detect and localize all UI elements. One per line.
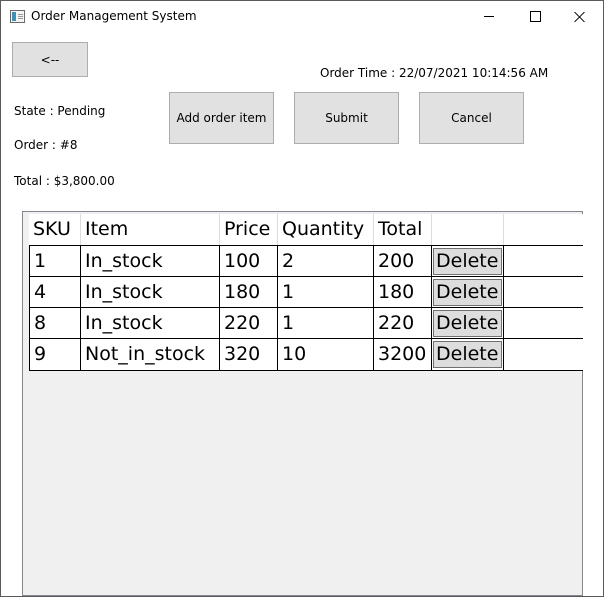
cell-item[interactable]: In_stock (81, 246, 220, 277)
order-total-label: Total : $3,800.00 (14, 174, 115, 188)
table-row[interactable]: 9 Not_in_stock 320 10 3200 Delete (29, 338, 583, 371)
column-header-total[interactable]: Total (374, 214, 432, 245)
minimize-button[interactable] (466, 1, 512, 32)
column-header-quantity[interactable]: Quantity (278, 214, 374, 245)
cell-quantity[interactable]: 2 (278, 246, 374, 277)
close-icon (574, 11, 586, 23)
delete-button[interactable]: Delete (433, 341, 502, 368)
app-window-icon (10, 10, 25, 23)
window-title: Order Management System (31, 9, 197, 23)
cell-sku[interactable]: 4 (29, 277, 81, 308)
cell-total[interactable]: 180 (374, 277, 432, 308)
add-order-item-button[interactable]: Add order item (169, 92, 274, 144)
maximize-button[interactable] (512, 1, 558, 32)
cell-quantity[interactable]: 1 (278, 308, 374, 339)
cell-filler (504, 246, 583, 277)
column-header-price[interactable]: Price (220, 214, 278, 245)
cell-sku[interactable]: 9 (29, 339, 81, 370)
cell-filler (504, 308, 583, 339)
cell-price[interactable]: 180 (220, 277, 278, 308)
cell-sku[interactable]: 8 (29, 308, 81, 339)
cell-quantity[interactable]: 1 (278, 277, 374, 308)
column-header-item[interactable]: Item (81, 214, 220, 245)
submit-button[interactable]: Submit (294, 92, 399, 144)
back-button[interactable]: <-- (12, 42, 88, 77)
app-window: Order Management System <-- Order Time :… (0, 0, 604, 597)
minimize-icon (484, 16, 494, 17)
cell-filler (504, 277, 583, 308)
title-bar: Order Management System (1, 1, 603, 32)
order-state-label: State : Pending (14, 104, 106, 118)
column-header-action (432, 214, 504, 245)
table-row[interactable]: 1 In_stock 100 2 200 Delete (29, 245, 583, 277)
cell-quantity[interactable]: 10 (278, 339, 374, 370)
cell-item[interactable]: In_stock (81, 277, 220, 308)
maximize-icon (529, 11, 541, 22)
cell-filler (504, 339, 583, 370)
order-items-grid[interactable]: SKU Item Price Quantity Total 1 In_stock… (22, 211, 583, 596)
cell-price[interactable]: 100 (220, 246, 278, 277)
cell-total[interactable]: 220 (374, 308, 432, 339)
cell-price[interactable]: 320 (220, 339, 278, 370)
table-row[interactable]: 8 In_stock 220 1 220 Delete (29, 307, 583, 339)
cancel-button[interactable]: Cancel (419, 92, 524, 144)
grid-header: SKU Item Price Quantity Total (29, 214, 583, 245)
delete-button[interactable]: Delete (433, 248, 502, 275)
cell-total[interactable]: 3200 (374, 339, 432, 370)
close-button[interactable] (557, 1, 603, 32)
delete-button[interactable]: Delete (433, 279, 502, 306)
cell-item[interactable]: Not_in_stock (81, 339, 220, 370)
cell-sku[interactable]: 1 (29, 246, 81, 277)
cell-price[interactable]: 220 (220, 308, 278, 339)
column-header-sku[interactable]: SKU (29, 214, 81, 245)
table-row[interactable]: 4 In_stock 180 1 180 Delete (29, 276, 583, 308)
cell-item[interactable]: In_stock (81, 308, 220, 339)
order-number-label: Order : #8 (14, 138, 78, 152)
delete-button[interactable]: Delete (433, 310, 502, 337)
cell-total[interactable]: 200 (374, 246, 432, 277)
order-time-label: Order Time : 22/07/2021 10:14:56 AM (320, 66, 549, 80)
